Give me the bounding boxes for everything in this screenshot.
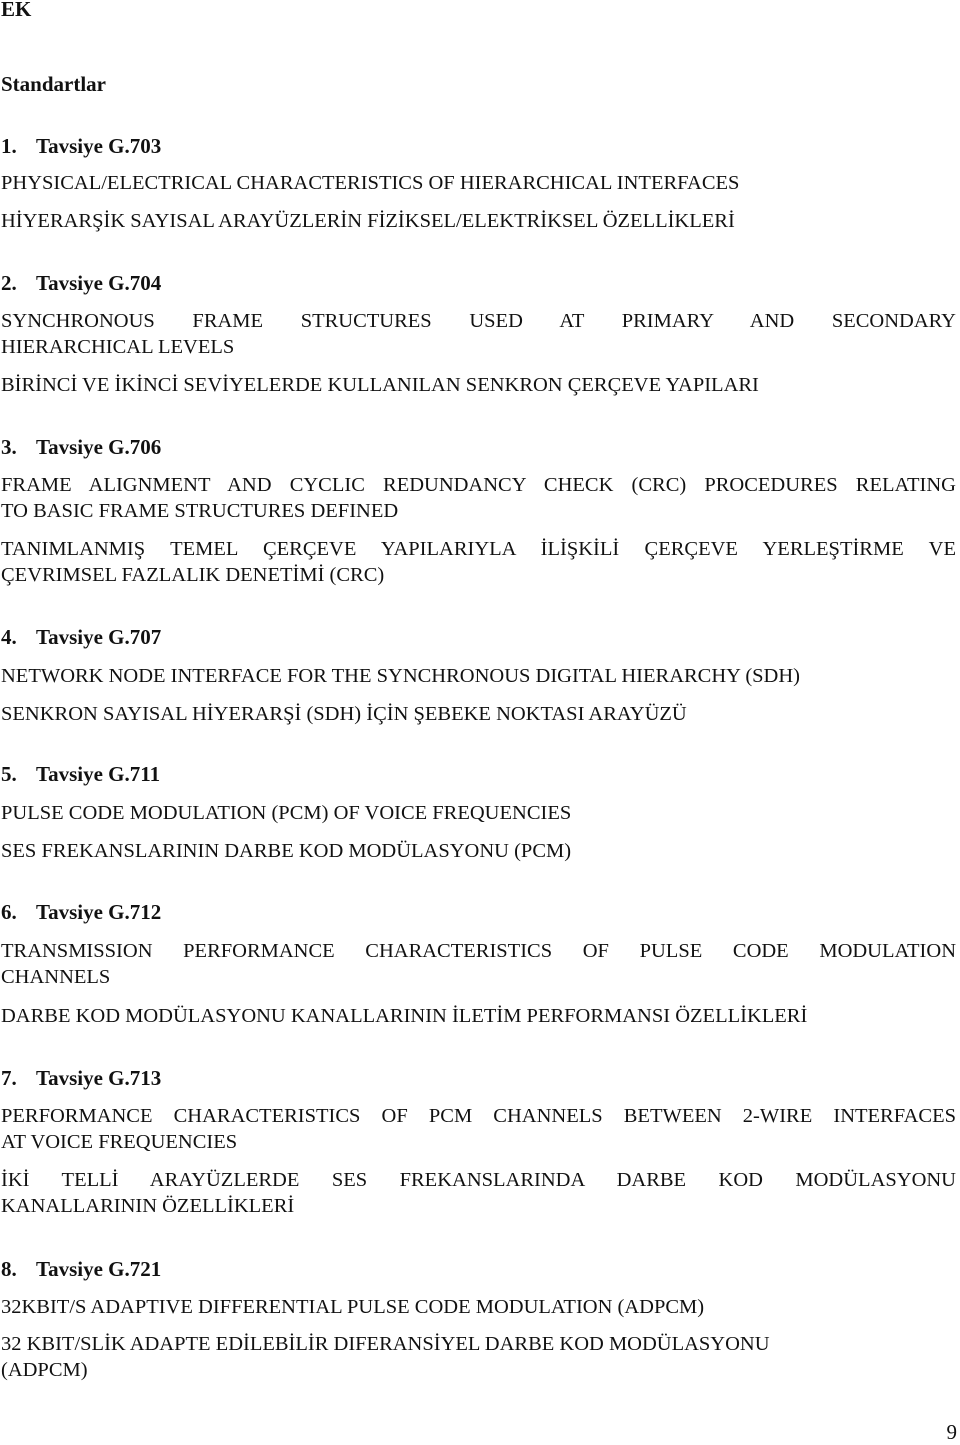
item-title: Tavsiye G.704 xyxy=(36,271,162,295)
item-heading: 4. Tavsiye G.707 xyxy=(1,625,161,650)
english-title-line-1: TRANSMISSION PERFORMANCE CHARACTERISTICS… xyxy=(1,940,956,962)
turkish-title: BİRİNCİ VE İKİNCİ SEVİYELERDE KULLANILAN… xyxy=(1,374,759,396)
item-number: 1. xyxy=(1,134,17,158)
english-title: PHYSICAL/ELECTRICAL CHARACTERISTICS OF H… xyxy=(1,172,740,194)
english-title-line-2: TO BASIC FRAME STRUCTURES DEFINED xyxy=(1,500,399,522)
english-title-line-1: SYNCHRONOUS FRAME STRUCTURES USED AT PRI… xyxy=(1,310,956,332)
turkish-title-line-1: 32 KBIT/SLİK ADAPTE EDİLEBİLİR DIFERANSİ… xyxy=(1,1333,770,1355)
english-title-line-1: FRAME ALIGNMENT AND CYCLIC REDUNDANCY CH… xyxy=(1,474,956,496)
page-number: 9 xyxy=(946,1420,958,1444)
item-number: 6. xyxy=(1,900,17,924)
turkish-title: SENKRON SAYISAL HİYERARŞİ (SDH) İÇİN ŞEB… xyxy=(1,703,687,725)
english-title-line-2: AT VOICE FREQUENCIES xyxy=(1,1131,238,1153)
turkish-title-line-2: ÇEVRIMSEL FAZLALIK DENETİMİ (CRC) xyxy=(1,564,385,586)
item-number: 7. xyxy=(1,1066,17,1090)
item-number: 4. xyxy=(1,625,17,649)
item-heading: 2. Tavsiye G.704 xyxy=(1,271,161,296)
english-title: PULSE CODE MODULATION (PCM) OF VOICE FRE… xyxy=(1,802,572,824)
item-title: Tavsiye G.706 xyxy=(36,435,162,459)
item-number: 3. xyxy=(1,435,17,459)
english-title: 32KBIT/S ADAPTIVE DIFFERENTIAL PULSE COD… xyxy=(1,1296,705,1318)
item-heading: 6. Tavsiye G.712 xyxy=(1,900,161,925)
item-title: Tavsiye G.713 xyxy=(36,1066,162,1090)
item-heading: 5. Tavsiye G.711 xyxy=(1,762,160,787)
item-title: Tavsiye G.721 xyxy=(36,1257,162,1281)
item-number: 2. xyxy=(1,271,17,295)
turkish-title-line-2: KANALLARININ ÖZELLİKLERİ xyxy=(1,1195,295,1217)
item-number: 5. xyxy=(1,762,17,786)
appendix-title: EK xyxy=(1,0,32,21)
turkish-title: HİYERARŞİK SAYISAL ARAYÜZLERİN FİZİKSEL/… xyxy=(1,210,735,232)
english-title-line-2: CHANNELS xyxy=(1,966,111,988)
turkish-title: SES FREKANSLARININ DARBE KOD MODÜLASYONU… xyxy=(1,840,572,862)
item-heading: 7. Tavsiye G.713 xyxy=(1,1066,161,1091)
item-heading: 3. Tavsiye G.706 xyxy=(1,435,161,460)
turkish-title: DARBE KOD MODÜLASYONU KANALLARININ İLETİ… xyxy=(1,1005,808,1027)
item-title: Tavsiye G.712 xyxy=(36,900,162,924)
turkish-title-line-1: İKİ TELLİ ARAYÜZLERDE SES FREKANSLARINDA… xyxy=(1,1169,956,1191)
item-title: Tavsiye G.707 xyxy=(36,625,162,649)
item-title: Tavsiye G.703 xyxy=(36,134,162,158)
turkish-title-line-2: (ADPCM) xyxy=(1,1359,88,1381)
item-heading: 1. Tavsiye G.703 xyxy=(1,134,161,159)
turkish-title-line-1: TANIMLANMIŞ TEMEL ÇERÇEVE YAPILARIYLA İL… xyxy=(1,538,956,560)
item-title: Tavsiye G.711 xyxy=(36,762,161,786)
item-number: 8. xyxy=(1,1257,17,1281)
section-title: Standartlar xyxy=(1,72,106,96)
english-title-line-1: PERFORMANCE CHARACTERISTICS OF PCM CHANN… xyxy=(1,1105,956,1127)
english-title-line-2: HIERARCHICAL LEVELS xyxy=(1,336,235,358)
item-heading: 8. Tavsiye G.721 xyxy=(1,1257,161,1282)
english-title: NETWORK NODE INTERFACE FOR THE SYNCHRONO… xyxy=(1,665,800,687)
